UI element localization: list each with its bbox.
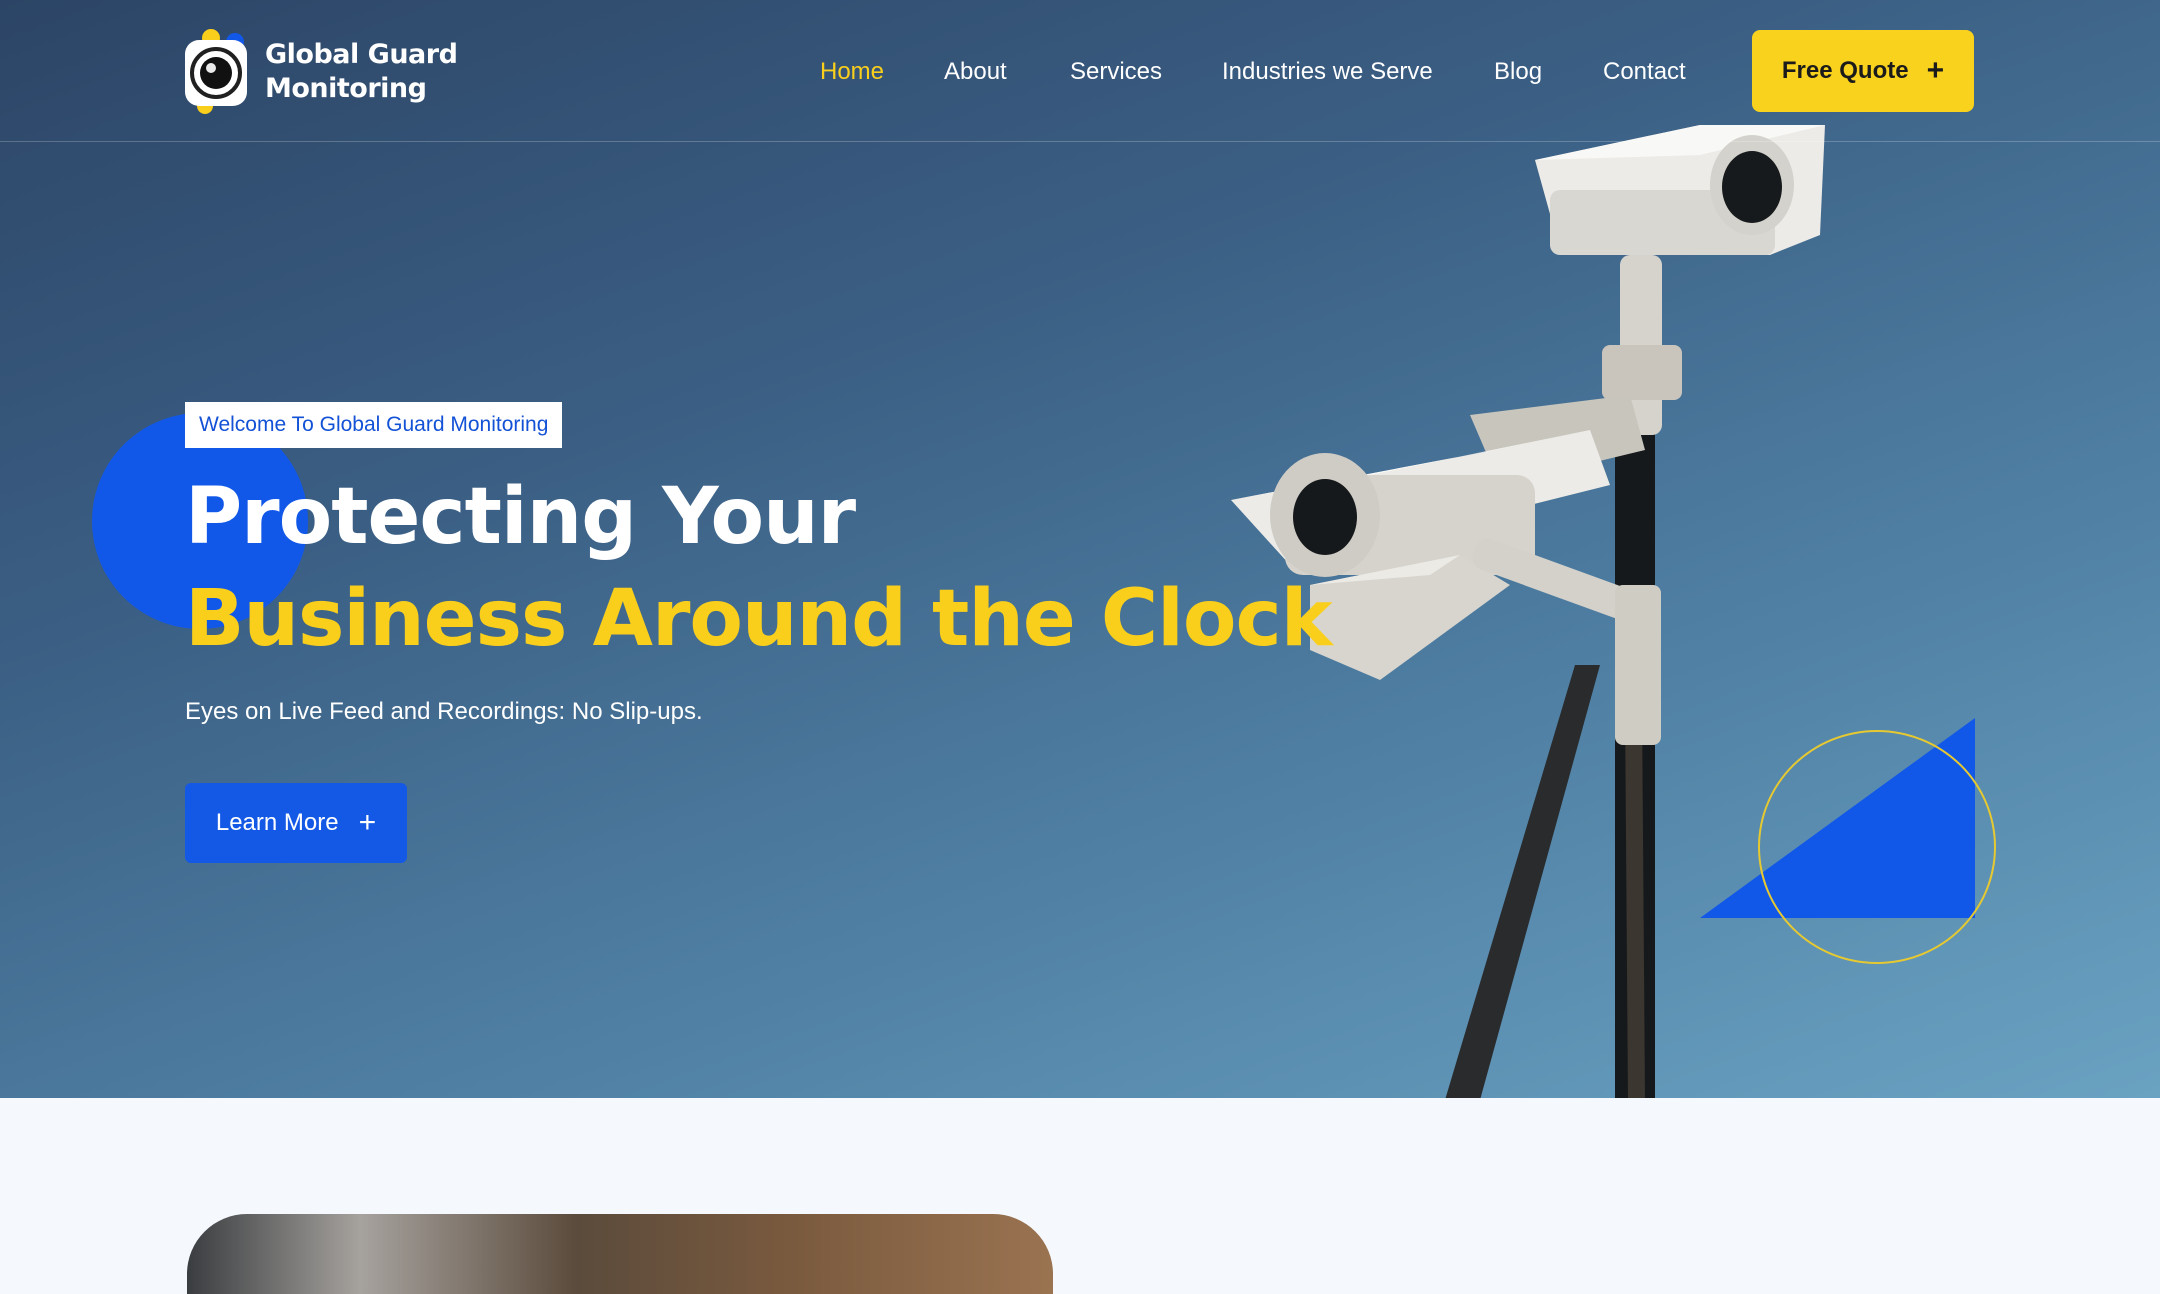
welcome-badge: Welcome To Global Guard Monitoring	[185, 402, 563, 448]
free-quote-label: Free Quote	[1781, 57, 1909, 84]
learn-more-button[interactable]: Learn More +	[185, 783, 407, 863]
about-image-card	[187, 1214, 1053, 1294]
hero-subtitle: Eyes on Live Feed and Recordings: No Sli…	[185, 698, 703, 725]
nav-item-about[interactable]: About	[944, 50, 1007, 94]
hero-headline: Protecting Your Business Around the Cloc…	[185, 466, 1333, 670]
hero-headline-line2: Business Around the Clock	[185, 574, 1333, 664]
nav-item-services[interactable]: Services	[1070, 50, 1162, 94]
learn-more-label: Learn More	[215, 809, 339, 836]
nav-item-blog[interactable]: Blog	[1494, 50, 1542, 94]
nav-item-industries[interactable]: Industries we Serve	[1222, 50, 1433, 94]
nav-item-home[interactable]: Home	[820, 50, 884, 94]
nav-item-contact[interactable]: Contact	[1603, 50, 1686, 94]
brand-name-line2: Monitoring	[265, 73, 427, 104]
nav-divider	[0, 141, 2160, 142]
hero-headline-line1: Protecting Your	[185, 472, 856, 562]
hero-section: Global Guard Monitoring Home About Servi…	[0, 0, 2160, 1098]
plus-icon: +	[1926, 54, 1945, 87]
plus-icon: +	[358, 806, 377, 839]
brand-name: Global Guard Monitoring	[265, 38, 458, 106]
brand-name-line1: Global Guard	[265, 39, 458, 70]
brand-logo[interactable]: Global Guard Monitoring	[183, 28, 458, 116]
decorative-yellow-ring	[1758, 730, 1996, 964]
free-quote-button[interactable]: Free Quote +	[1752, 30, 1974, 112]
camera-lens-icon	[183, 28, 253, 116]
